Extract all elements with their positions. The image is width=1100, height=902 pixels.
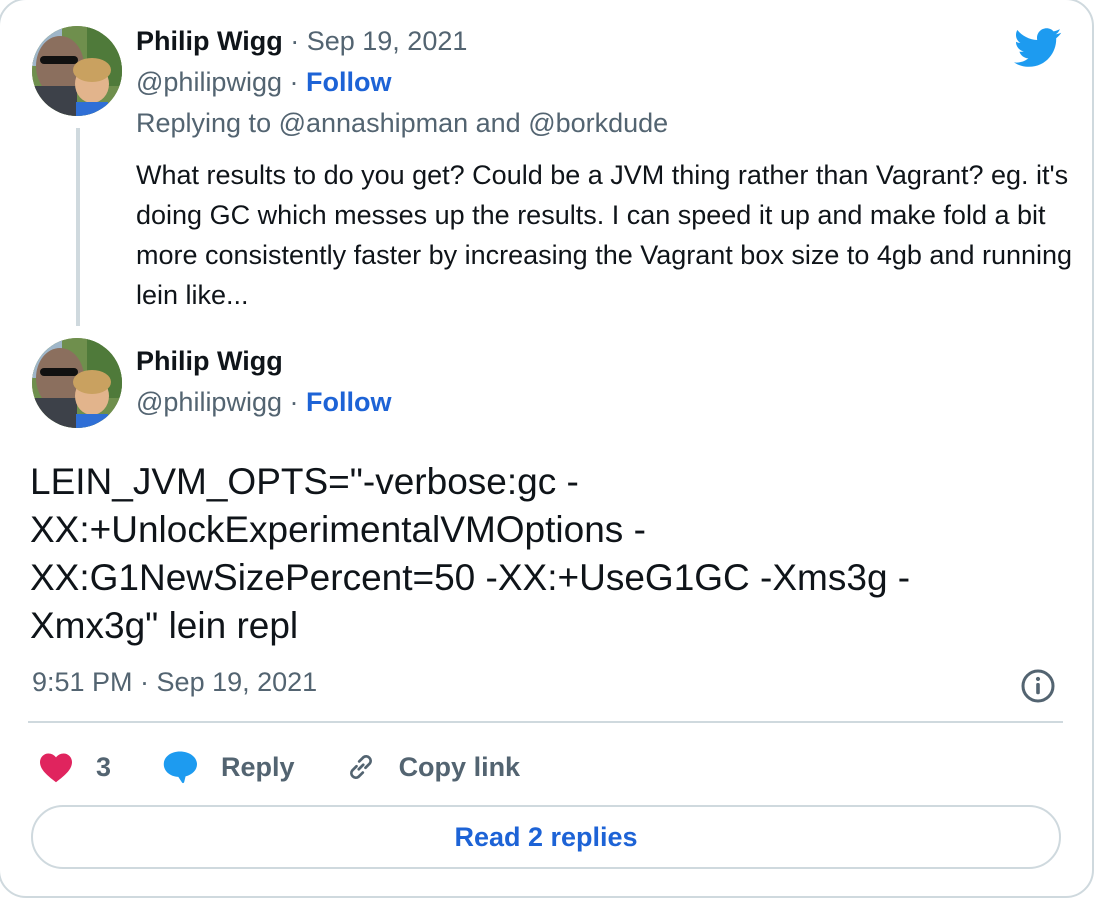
divider bbox=[28, 721, 1063, 723]
tweet-timestamp[interactable]: 9:51 PM · Sep 19, 2021 bbox=[32, 667, 317, 698]
parent-tweet-date[interactable]: Sep 19, 2021 bbox=[307, 26, 468, 56]
parent-author-avatar[interactable] bbox=[32, 26, 122, 116]
twitter-bird-icon[interactable] bbox=[1014, 28, 1062, 68]
tweet-text-line: XX:G1NewSizePercent=50 -XX:+UseG1GC -Xms… bbox=[30, 557, 911, 598]
follow-separator: · bbox=[281, 387, 306, 417]
copy-link-label: Copy link bbox=[398, 751, 521, 782]
link-icon bbox=[349, 755, 372, 779]
parent-author-name-row: Philip Wigg · Sep 19, 2021 bbox=[136, 26, 467, 57]
tweet-actions-bar: 3 Reply Copy link bbox=[38, 745, 520, 789]
main-author-handle[interactable]: @philipwigg bbox=[136, 387, 282, 417]
replying-to-mention-2[interactable]: @borkdude bbox=[528, 108, 668, 138]
replying-prefix: Replying to bbox=[136, 108, 279, 138]
replying-to-line: Replying to @annashipman and @borkdude bbox=[136, 108, 668, 139]
main-handle-row: @philipwigg · Follow bbox=[136, 387, 391, 418]
parent-tweet-text: What results to do you get? Could be a J… bbox=[136, 160, 1073, 310]
avatar-photo bbox=[32, 26, 122, 116]
main-author-avatar[interactable] bbox=[32, 338, 122, 428]
thread-connector-line bbox=[76, 128, 80, 326]
copy-link-button[interactable]: Copy link bbox=[343, 749, 521, 785]
info-icon[interactable] bbox=[1020, 668, 1056, 704]
date-separator: · bbox=[282, 26, 307, 56]
like-button[interactable]: 3 bbox=[38, 751, 111, 783]
parent-author-handle[interactable]: @philipwigg bbox=[136, 67, 282, 97]
main-follow-link[interactable]: Follow bbox=[306, 387, 391, 417]
parent-handle-row: @philipwigg · Follow bbox=[136, 67, 391, 98]
follow-separator: · bbox=[281, 67, 306, 97]
main-tweet-text: LEIN_JVM_OPTS="-verbose:gc - XX:+UnlockE… bbox=[30, 458, 990, 650]
main-author-name[interactable]: Philip Wigg bbox=[136, 346, 283, 377]
avatar-photo bbox=[32, 338, 122, 428]
read-replies-label: Read 2 replies bbox=[454, 821, 638, 852]
replying-and: and bbox=[468, 108, 529, 138]
reply-label: Reply bbox=[221, 751, 295, 782]
parent-follow-link[interactable]: Follow bbox=[306, 67, 391, 97]
reply-button[interactable]: Reply bbox=[161, 750, 295, 784]
replying-to-mention-1[interactable]: @annashipman bbox=[279, 108, 469, 138]
tweet-embed-card: Philip Wigg · Sep 19, 2021 @philipwigg ·… bbox=[0, 0, 1094, 898]
reply-bubble-icon bbox=[163, 751, 198, 784]
heart-icon bbox=[40, 753, 72, 783]
tweet-text-line: XX:+UnlockExperimentalVMOptions - bbox=[30, 509, 646, 550]
parent-author-name[interactable]: Philip Wigg bbox=[136, 26, 283, 56]
tweet-text-line: LEIN_JVM_OPTS="-verbose:gc - bbox=[30, 461, 579, 502]
like-count: 3 bbox=[96, 751, 112, 782]
tweet-text-line: Xmx3g" lein repl bbox=[30, 605, 299, 646]
read-replies-button[interactable]: Read 2 replies bbox=[31, 805, 1061, 869]
